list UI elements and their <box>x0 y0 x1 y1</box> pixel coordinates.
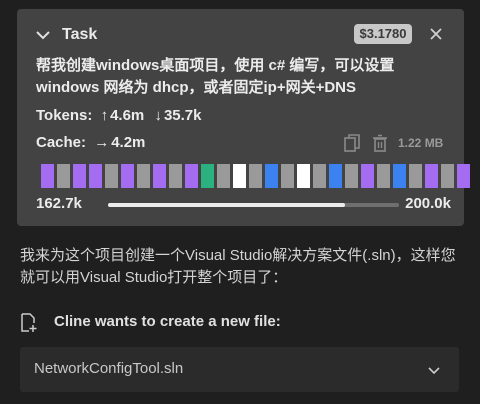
context-segment <box>249 164 262 188</box>
context-max: 200.0k <box>405 195 451 212</box>
context-segment <box>329 164 342 188</box>
trash-icon[interactable] <box>372 134 388 152</box>
context-segment <box>105 164 118 188</box>
context-segment <box>345 164 358 188</box>
cache-row: Cache: → 4.2m <box>36 133 145 153</box>
tokens-row: Tokens: ↑ 4.6m ↓ 35.7k <box>36 106 202 126</box>
context-segment <box>233 164 246 188</box>
cache-tools: 1.22 MB <box>344 133 443 153</box>
copy-icon[interactable] <box>344 134 360 152</box>
context-segment <box>265 164 278 188</box>
context-segment <box>377 164 390 188</box>
context-segment <box>457 164 470 188</box>
task-header[interactable]: Task $3.1780 <box>17 9 464 59</box>
context-segment <box>281 164 294 188</box>
arrow-down-icon: ↓ <box>154 107 162 124</box>
tokens-label: Tokens: <box>36 107 93 124</box>
context-segment <box>361 164 374 188</box>
context-segment <box>201 164 214 188</box>
cache-label: Cache: <box>36 134 87 151</box>
file-dropdown[interactable]: NetworkConfigTool.sln <box>20 347 459 392</box>
context-segment <box>297 164 310 188</box>
tokens-out-value: 35.7k <box>163 107 202 124</box>
context-window-strip <box>41 164 470 188</box>
close-icon[interactable] <box>429 27 443 41</box>
context-progress-fill <box>108 203 345 207</box>
context-segment <box>425 164 438 188</box>
task-description: 帮我创建windows桌面项目，使用 c# 编写，可以设置windows 网络为… <box>36 57 395 96</box>
context-segment <box>89 164 102 188</box>
context-segment <box>185 164 198 188</box>
context-progress: 162.7k 200.0k <box>36 195 451 215</box>
context-segment <box>57 164 70 188</box>
context-progress-track <box>108 203 399 207</box>
context-segment <box>153 164 166 188</box>
context-segment <box>73 164 86 188</box>
new-file-icon <box>21 313 37 332</box>
file-name: NetworkConfigTool.sln <box>34 360 184 377</box>
context-segment <box>121 164 134 188</box>
context-segment <box>441 164 454 188</box>
context-segment <box>137 164 150 188</box>
context-segment <box>409 164 422 188</box>
file-request-title: Cline wants to create a new file: <box>54 313 281 330</box>
cache-size: 1.22 MB <box>398 136 444 150</box>
chevron-down-icon[interactable] <box>426 362 442 378</box>
task-title: Task <box>62 26 98 43</box>
context-segment <box>393 164 406 188</box>
context-segment <box>217 164 230 188</box>
task-card: Task $3.1780 帮我创建windows桌面项目，使用 c# 编写，可以… <box>17 9 470 226</box>
arrow-up-icon: ↑ <box>100 107 109 124</box>
cache-value: 4.2m <box>111 134 146 151</box>
arrow-right-icon: → <box>94 134 110 151</box>
context-segment <box>313 164 326 188</box>
chevron-down-icon[interactable] <box>35 27 51 43</box>
cost-badge: $3.1780 <box>354 24 412 44</box>
tokens-in-value: 4.6m <box>110 107 145 124</box>
context-used: 162.7k <box>36 195 82 212</box>
context-segment <box>169 164 182 188</box>
context-segment <box>41 164 54 188</box>
assistant-message: 我来为这个项目创建一个Visual Studio解决方案文件(.sln)，这样您… <box>20 247 456 286</box>
